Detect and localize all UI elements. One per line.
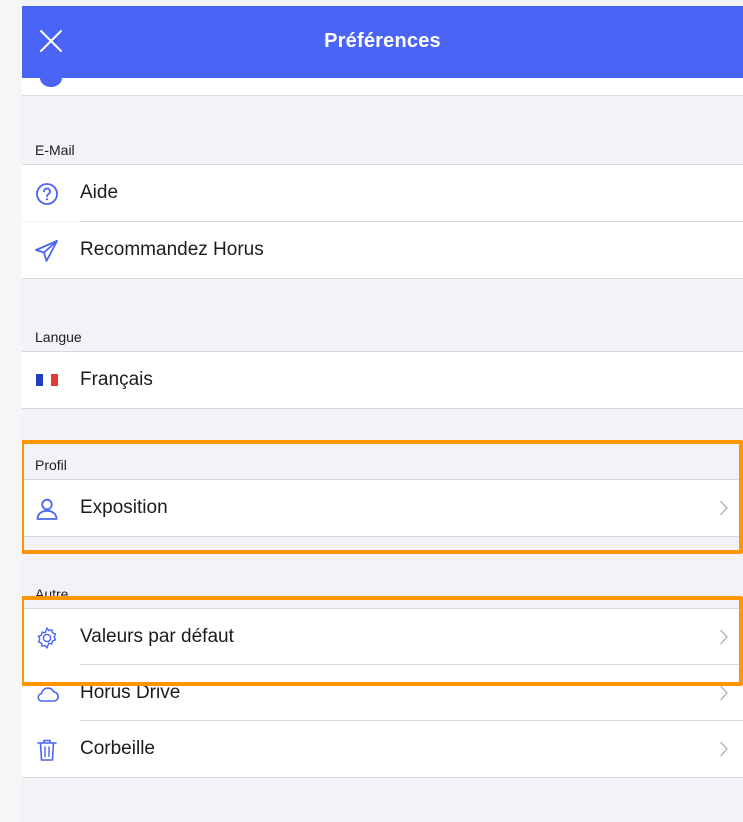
chevron-right-icon (719, 741, 729, 757)
section-header-label: Langue (35, 329, 82, 345)
user-icon (34, 496, 60, 522)
left-gutter (0, 0, 22, 822)
defaults-label: Valeurs par défaut (80, 626, 234, 647)
horus-drive-label: Horus Drive (80, 682, 181, 703)
row-icon-partial (40, 69, 62, 87)
exposition-row[interactable]: Exposition (22, 480, 743, 536)
help-label: Aide (80, 182, 119, 203)
divider (22, 536, 743, 537)
section-header-language: Langue (22, 317, 743, 351)
trash-row[interactable]: Corbeille (22, 721, 743, 777)
chevron-right-icon (719, 629, 729, 645)
divider (22, 408, 743, 409)
section-header-label: E-Mail (35, 142, 75, 158)
divider (22, 777, 743, 778)
chevron-right-icon (719, 685, 729, 701)
trash-icon (34, 737, 60, 763)
help-row[interactable]: Aide (22, 165, 743, 221)
section-header-email: E-Mail (22, 130, 743, 164)
defaults-row[interactable]: Valeurs par défaut (22, 609, 743, 665)
page-title: Préférences (324, 30, 441, 52)
section-header-profile: Profil (22, 445, 743, 479)
france-flag-icon (36, 374, 58, 386)
section-header-label: Profil (35, 457, 67, 473)
section-header-label: Autre (35, 586, 69, 602)
divider (22, 278, 743, 279)
gear-icon (34, 625, 60, 651)
chevron-right-icon (719, 500, 729, 516)
recommend-label: Recommandez Horus (80, 239, 264, 260)
language-row[interactable]: Français (22, 352, 743, 408)
preferences-panel: Préférences E-Mail Aide Recommandez Horu… (22, 6, 743, 822)
help-circle-icon (34, 181, 60, 207)
trash-label: Corbeille (80, 738, 155, 759)
partially-scrolled-row (22, 69, 743, 96)
section-header-other: Autre (22, 574, 743, 608)
exposition-label: Exposition (80, 497, 168, 518)
cloud-icon (34, 681, 60, 707)
horus-drive-row[interactable]: Horus Drive (22, 665, 743, 721)
paper-plane-icon (34, 238, 60, 264)
recommend-row[interactable]: Recommandez Horus (22, 222, 743, 278)
language-label: Français (80, 369, 153, 390)
navbar: Préférences (22, 6, 743, 78)
